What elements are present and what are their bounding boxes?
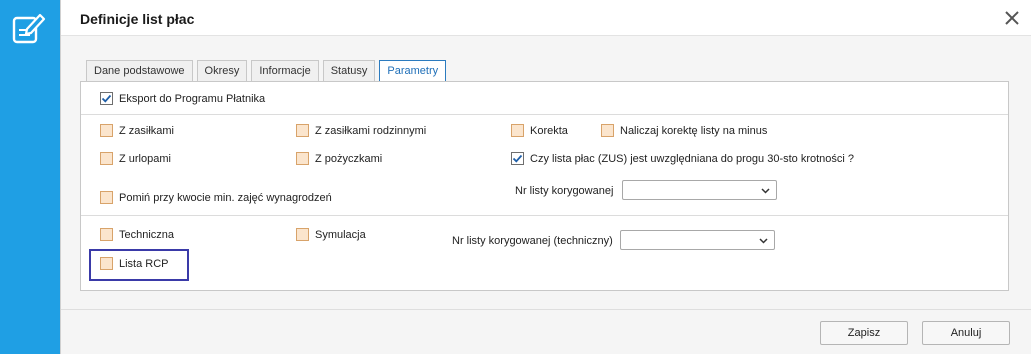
tab-parametry[interactable]: Parametry	[379, 60, 447, 82]
z-urlopami-checkbox[interactable]: Z urlopami	[100, 152, 171, 165]
checkbox[interactable]	[100, 191, 113, 204]
edit-document-icon[interactable]	[10, 10, 46, 46]
tab-informacje[interactable]: Informacje	[251, 60, 319, 81]
checkbox[interactable]	[511, 124, 524, 137]
z-pozyczkami-checkbox[interactable]: Z pożyczkami	[296, 152, 382, 165]
nr-listy-korygowanej-label: Nr listy korygowanej	[515, 185, 614, 197]
checkbox-checked[interactable]	[511, 152, 524, 165]
nr-listy-tech-select[interactable]	[620, 230, 775, 250]
naliczaj-korekte-label: Naliczaj korektę listy na minus	[620, 124, 768, 137]
pomin-label: Pomiń przy kwocie min. zajęć wynagrodzeń	[119, 191, 332, 204]
checkbox-checked[interactable]	[100, 92, 113, 105]
naliczaj-korekte-checkbox[interactable]: Naliczaj korektę listy na minus	[601, 124, 767, 137]
nr-listy-korygowanej-select[interactable]	[622, 180, 777, 200]
korekta-label: Korekta	[530, 124, 568, 137]
chevron-down-icon	[761, 188, 770, 194]
lista-rcp-checkbox[interactable]: Lista RCP	[100, 257, 169, 270]
save-button[interactable]: Zapisz	[820, 321, 908, 345]
checkbox[interactable]	[100, 228, 113, 241]
dialog-header: Definicje list płac	[61, 0, 1031, 36]
symulacja-label: Symulacja	[315, 228, 366, 241]
checkbox[interactable]	[296, 228, 309, 241]
korekta-checkbox[interactable]: Korekta	[511, 124, 568, 137]
checkbox[interactable]	[100, 257, 113, 270]
z-pozyczkami-label: Z pożyczkami	[315, 152, 383, 165]
parameters-panel: Eksport do Programu Płatnika Z zasiłkami…	[80, 81, 1009, 291]
z-zasilkami-label: Z zasiłkami	[119, 124, 175, 137]
lista-rcp-label: Lista RCP	[119, 257, 169, 270]
checkbox[interactable]	[296, 124, 309, 137]
tab-bar: Dane podstawowe Okresy Informacje Status…	[86, 60, 450, 82]
cancel-button[interactable]: Anuluj	[922, 321, 1010, 345]
techniczna-checkbox[interactable]: Techniczna	[100, 228, 174, 241]
z-zasilkami-rodzinnymi-checkbox[interactable]: Z zasiłkami rodzinnymi	[296, 124, 426, 137]
checkbox[interactable]	[100, 124, 113, 137]
check-icon	[512, 154, 523, 163]
pomin-checkbox[interactable]: Pomiń przy kwocie min. zajęć wynagrodzeń	[100, 191, 332, 204]
dialog-title: Definicje list płac	[80, 11, 195, 27]
section-divider	[81, 114, 1008, 115]
z-urlopami-label: Z urlopami	[119, 152, 171, 165]
checkbox[interactable]	[100, 152, 113, 165]
close-icon[interactable]	[1002, 8, 1022, 28]
tab-okresy[interactable]: Okresy	[196, 60, 248, 81]
tab-dane-podstawowe[interactable]: Dane podstawowe	[86, 60, 193, 81]
export-platnik-checkbox[interactable]: Eksport do Programu Płatnika	[100, 92, 265, 105]
export-platnik-label: Eksport do Programu Płatnika	[119, 92, 266, 105]
czy-lista-plac-label: Czy lista płac (ZUS) jest uwzględniana d…	[530, 152, 855, 165]
dialog: Definicje list płac Dane podstawowe Okre…	[60, 0, 1031, 354]
chevron-down-icon	[759, 238, 768, 244]
checkbox[interactable]	[601, 124, 614, 137]
nr-listy-tech-label: Nr listy korygowanej (techniczny)	[452, 235, 613, 247]
czy-lista-plac-checkbox[interactable]: Czy lista płac (ZUS) jest uwzględniana d…	[511, 152, 854, 165]
z-zasilkami-checkbox[interactable]: Z zasiłkami	[100, 124, 174, 137]
app-sidebar	[0, 0, 60, 354]
check-icon	[101, 94, 112, 103]
symulacja-checkbox[interactable]: Symulacja	[296, 228, 366, 241]
tab-statusy[interactable]: Statusy	[322, 60, 376, 81]
checkbox[interactable]	[296, 152, 309, 165]
z-zasilkami-rodzinnymi-label: Z zasiłkami rodzinnymi	[315, 124, 427, 137]
section-divider	[81, 215, 1008, 216]
techniczna-label: Techniczna	[119, 228, 175, 241]
dialog-footer: Zapisz Anuluj	[61, 309, 1031, 354]
